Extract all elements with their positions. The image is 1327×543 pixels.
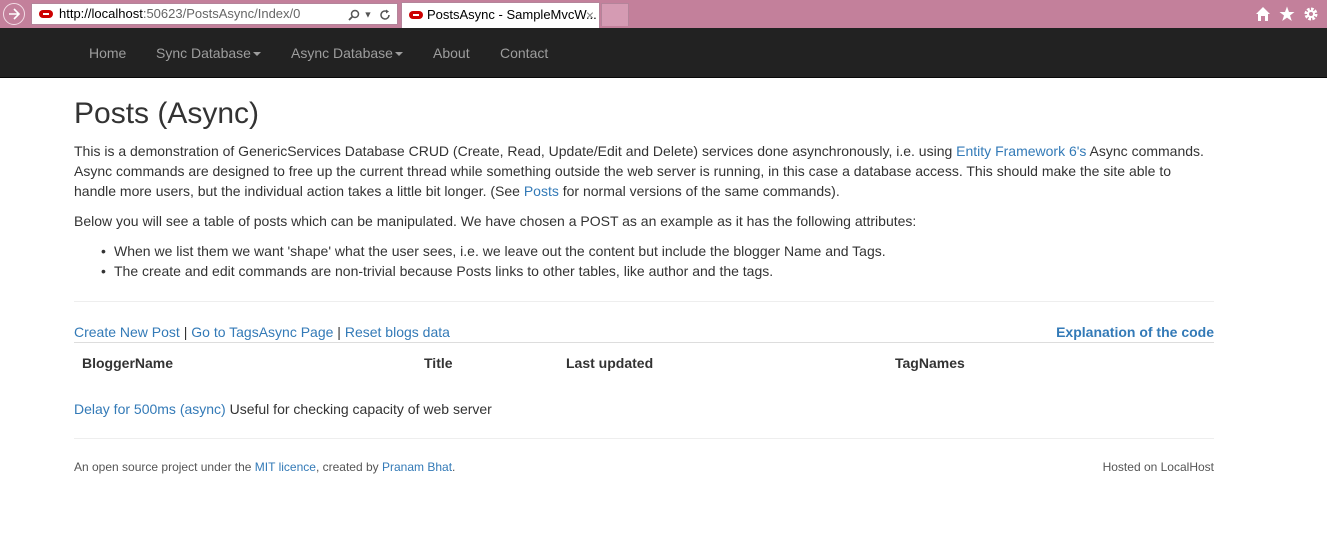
nav-async-database-label: Async Database: [291, 45, 393, 61]
nav-sync-database-label: Sync Database: [156, 45, 251, 61]
nav-about[interactable]: About: [433, 28, 470, 78]
browser-tools: [1255, 3, 1319, 25]
delay-line: Delay for 500ms (async) Useful for check…: [74, 399, 492, 419]
home-icon[interactable]: [1255, 6, 1271, 22]
attributes-list: When we list them we want 'shape' what t…: [74, 241, 886, 281]
tab-favicon-icon: [409, 11, 423, 19]
settings-gear-icon[interactable]: [1303, 6, 1319, 22]
footer-text-3: .: [452, 460, 456, 474]
back-button[interactable]: [3, 3, 25, 25]
separator: |: [179, 324, 192, 340]
address-tools: ▼: [348, 4, 391, 25]
create-new-post-link[interactable]: Create New Post: [74, 324, 180, 340]
column-header-bloggername[interactable]: BloggerName: [82, 353, 173, 373]
action-links: Create New Post | Go to TagsAsync Page |…: [74, 322, 450, 342]
explanation-link[interactable]: Explanation of the code: [1056, 322, 1214, 342]
mit-licence-link[interactable]: MIT licence: [255, 460, 316, 474]
caret-down-icon: [252, 52, 261, 57]
delay-description: Useful for checking capacity of web serv…: [225, 401, 492, 417]
nav-async-database[interactable]: Async Database: [291, 28, 403, 78]
column-header-tagnames[interactable]: TagNames: [895, 353, 965, 373]
new-tab-button[interactable]: [601, 3, 629, 26]
footer-divider: [74, 438, 1214, 439]
caret-down-icon: [394, 52, 403, 57]
footer-text-1: An open source project under the: [74, 460, 255, 474]
author-link[interactable]: Pranam Bhat: [382, 460, 452, 474]
favorites-star-icon[interactable]: [1279, 6, 1295, 22]
footer-text-2: , created by: [315, 460, 382, 474]
list-item: The create and edit commands are non-tri…: [101, 261, 886, 281]
address-url: http://localhost:50623/PostsAsync/Index/…: [59, 6, 301, 21]
page-title: Posts (Async): [74, 97, 260, 130]
tab-title: PostsAsync - SampleMvcW...: [427, 7, 597, 22]
divider: [74, 301, 1214, 302]
address-bar[interactable]: http://localhost:50623/PostsAsync/Index/…: [31, 3, 398, 25]
intro-paragraph: This is a demonstration of GenericServic…: [74, 141, 1214, 201]
tab-close-icon[interactable]: ×: [586, 3, 594, 27]
browser-tab-active[interactable]: PostsAsync - SampleMvcW... ×: [401, 2, 600, 28]
posts-link[interactable]: Posts: [524, 183, 559, 199]
dropdown-icon[interactable]: ▼: [363, 10, 372, 20]
intro-text-1: This is a demonstration of GenericServic…: [74, 143, 957, 159]
hosting-info: Hosted on LocalHost: [1102, 460, 1214, 474]
column-header-last-updated[interactable]: Last updated: [566, 353, 653, 373]
nav-sync-database[interactable]: Sync Database: [156, 28, 261, 78]
nav-contact[interactable]: Contact: [500, 28, 548, 78]
reset-blogs-link[interactable]: Reset blogs data: [345, 324, 450, 340]
site-favicon-icon: [39, 10, 53, 18]
intro-text-3: for normal versions of the same commands…: [558, 183, 840, 199]
tags-async-page-link[interactable]: Go to TagsAsync Page: [191, 324, 333, 340]
separator: |: [333, 324, 345, 340]
list-item: When we list them we want 'shape' what t…: [101, 241, 886, 261]
search-icon[interactable]: [348, 9, 360, 21]
nav-home[interactable]: Home: [89, 28, 126, 78]
delay-async-link[interactable]: Delay for 500ms (async): [74, 401, 226, 417]
posts-table: BloggerName Title Last updated TagNames: [74, 342, 1214, 371]
top-navbar: Home Sync Database Async Database About …: [0, 28, 1327, 78]
footer-credits: An open source project under the MIT lic…: [74, 459, 455, 476]
browser-chrome: http://localhost:50623/PostsAsync/Index/…: [0, 0, 1327, 28]
back-arrow-icon: [9, 8, 20, 20]
entity-framework-link[interactable]: Entity Framework 6's: [956, 143, 1086, 159]
column-header-title[interactable]: Title: [424, 353, 453, 373]
table-description: Below you will see a table of posts whic…: [74, 213, 917, 229]
refresh-icon[interactable]: [379, 9, 391, 21]
